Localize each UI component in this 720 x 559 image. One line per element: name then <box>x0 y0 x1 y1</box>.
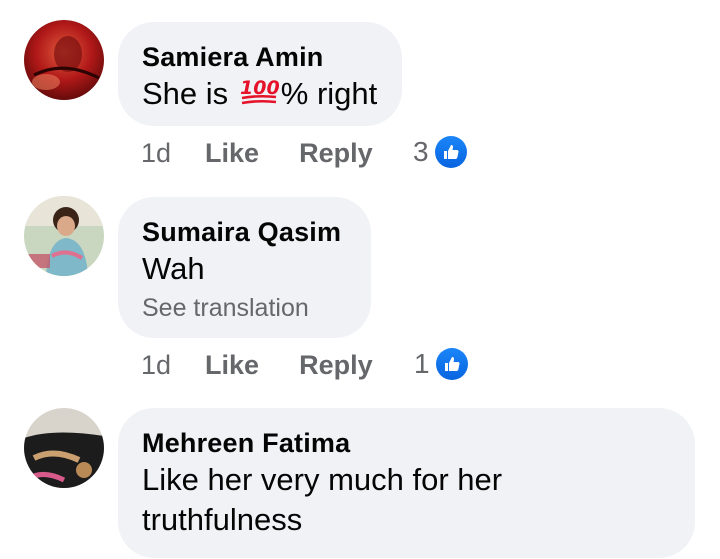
reaction-count: 3 <box>413 136 429 167</box>
reply-button[interactable]: Reply <box>299 350 373 381</box>
comment-bubble: Sumaira Qasim Wah See translation <box>118 197 371 338</box>
comment-text: Wah <box>142 251 205 286</box>
comment-text: She is 100% right <box>142 74 378 116</box>
see-translation-link[interactable]: See translation <box>142 291 347 325</box>
thumbs-up-icon <box>435 348 468 380</box>
avatar-samiera-amin[interactable] <box>24 20 104 100</box>
reaction-summary[interactable]: 1 <box>414 348 468 380</box>
comment-author[interactable]: Mehreen Fatima <box>142 426 671 460</box>
profile-photo-icon <box>24 196 104 276</box>
profile-photo-icon <box>24 20 104 100</box>
comment-bubble: Mehreen Fatima Like her very much for he… <box>118 408 695 558</box>
timestamp[interactable]: 1d <box>141 350 171 381</box>
reaction-count: 1 <box>414 348 430 379</box>
profile-photo-icon <box>24 408 104 488</box>
comment-bubble: Samiera Amin She is 100% right <box>118 22 402 126</box>
timestamp[interactable]: 1d <box>141 138 171 169</box>
like-button[interactable]: Like <box>205 350 259 381</box>
comment-text-after: % right <box>280 76 378 111</box>
comment-text-line: truthfulness <box>142 502 303 537</box>
comment-actions: 1d Like Reply <box>141 138 373 169</box>
thumbs-up-icon <box>434 136 467 168</box>
comment-author[interactable]: Samiera Amin <box>142 40 378 74</box>
comment-text-line: Like her very much for her <box>142 462 503 497</box>
comment-author[interactable]: Sumaira Qasim <box>142 215 347 249</box>
hundred-points-icon: 100 <box>239 76 279 116</box>
comment-text-before: She is <box>142 76 237 111</box>
avatar-mehreen-fatima[interactable] <box>24 408 104 488</box>
reply-button[interactable]: Reply <box>299 138 373 169</box>
reaction-summary[interactable]: 3 <box>413 136 467 168</box>
avatar-sumaira-qasim[interactable] <box>24 196 104 276</box>
like-button[interactable]: Like <box>205 138 259 169</box>
comment-actions: 1d Like Reply <box>141 350 373 381</box>
